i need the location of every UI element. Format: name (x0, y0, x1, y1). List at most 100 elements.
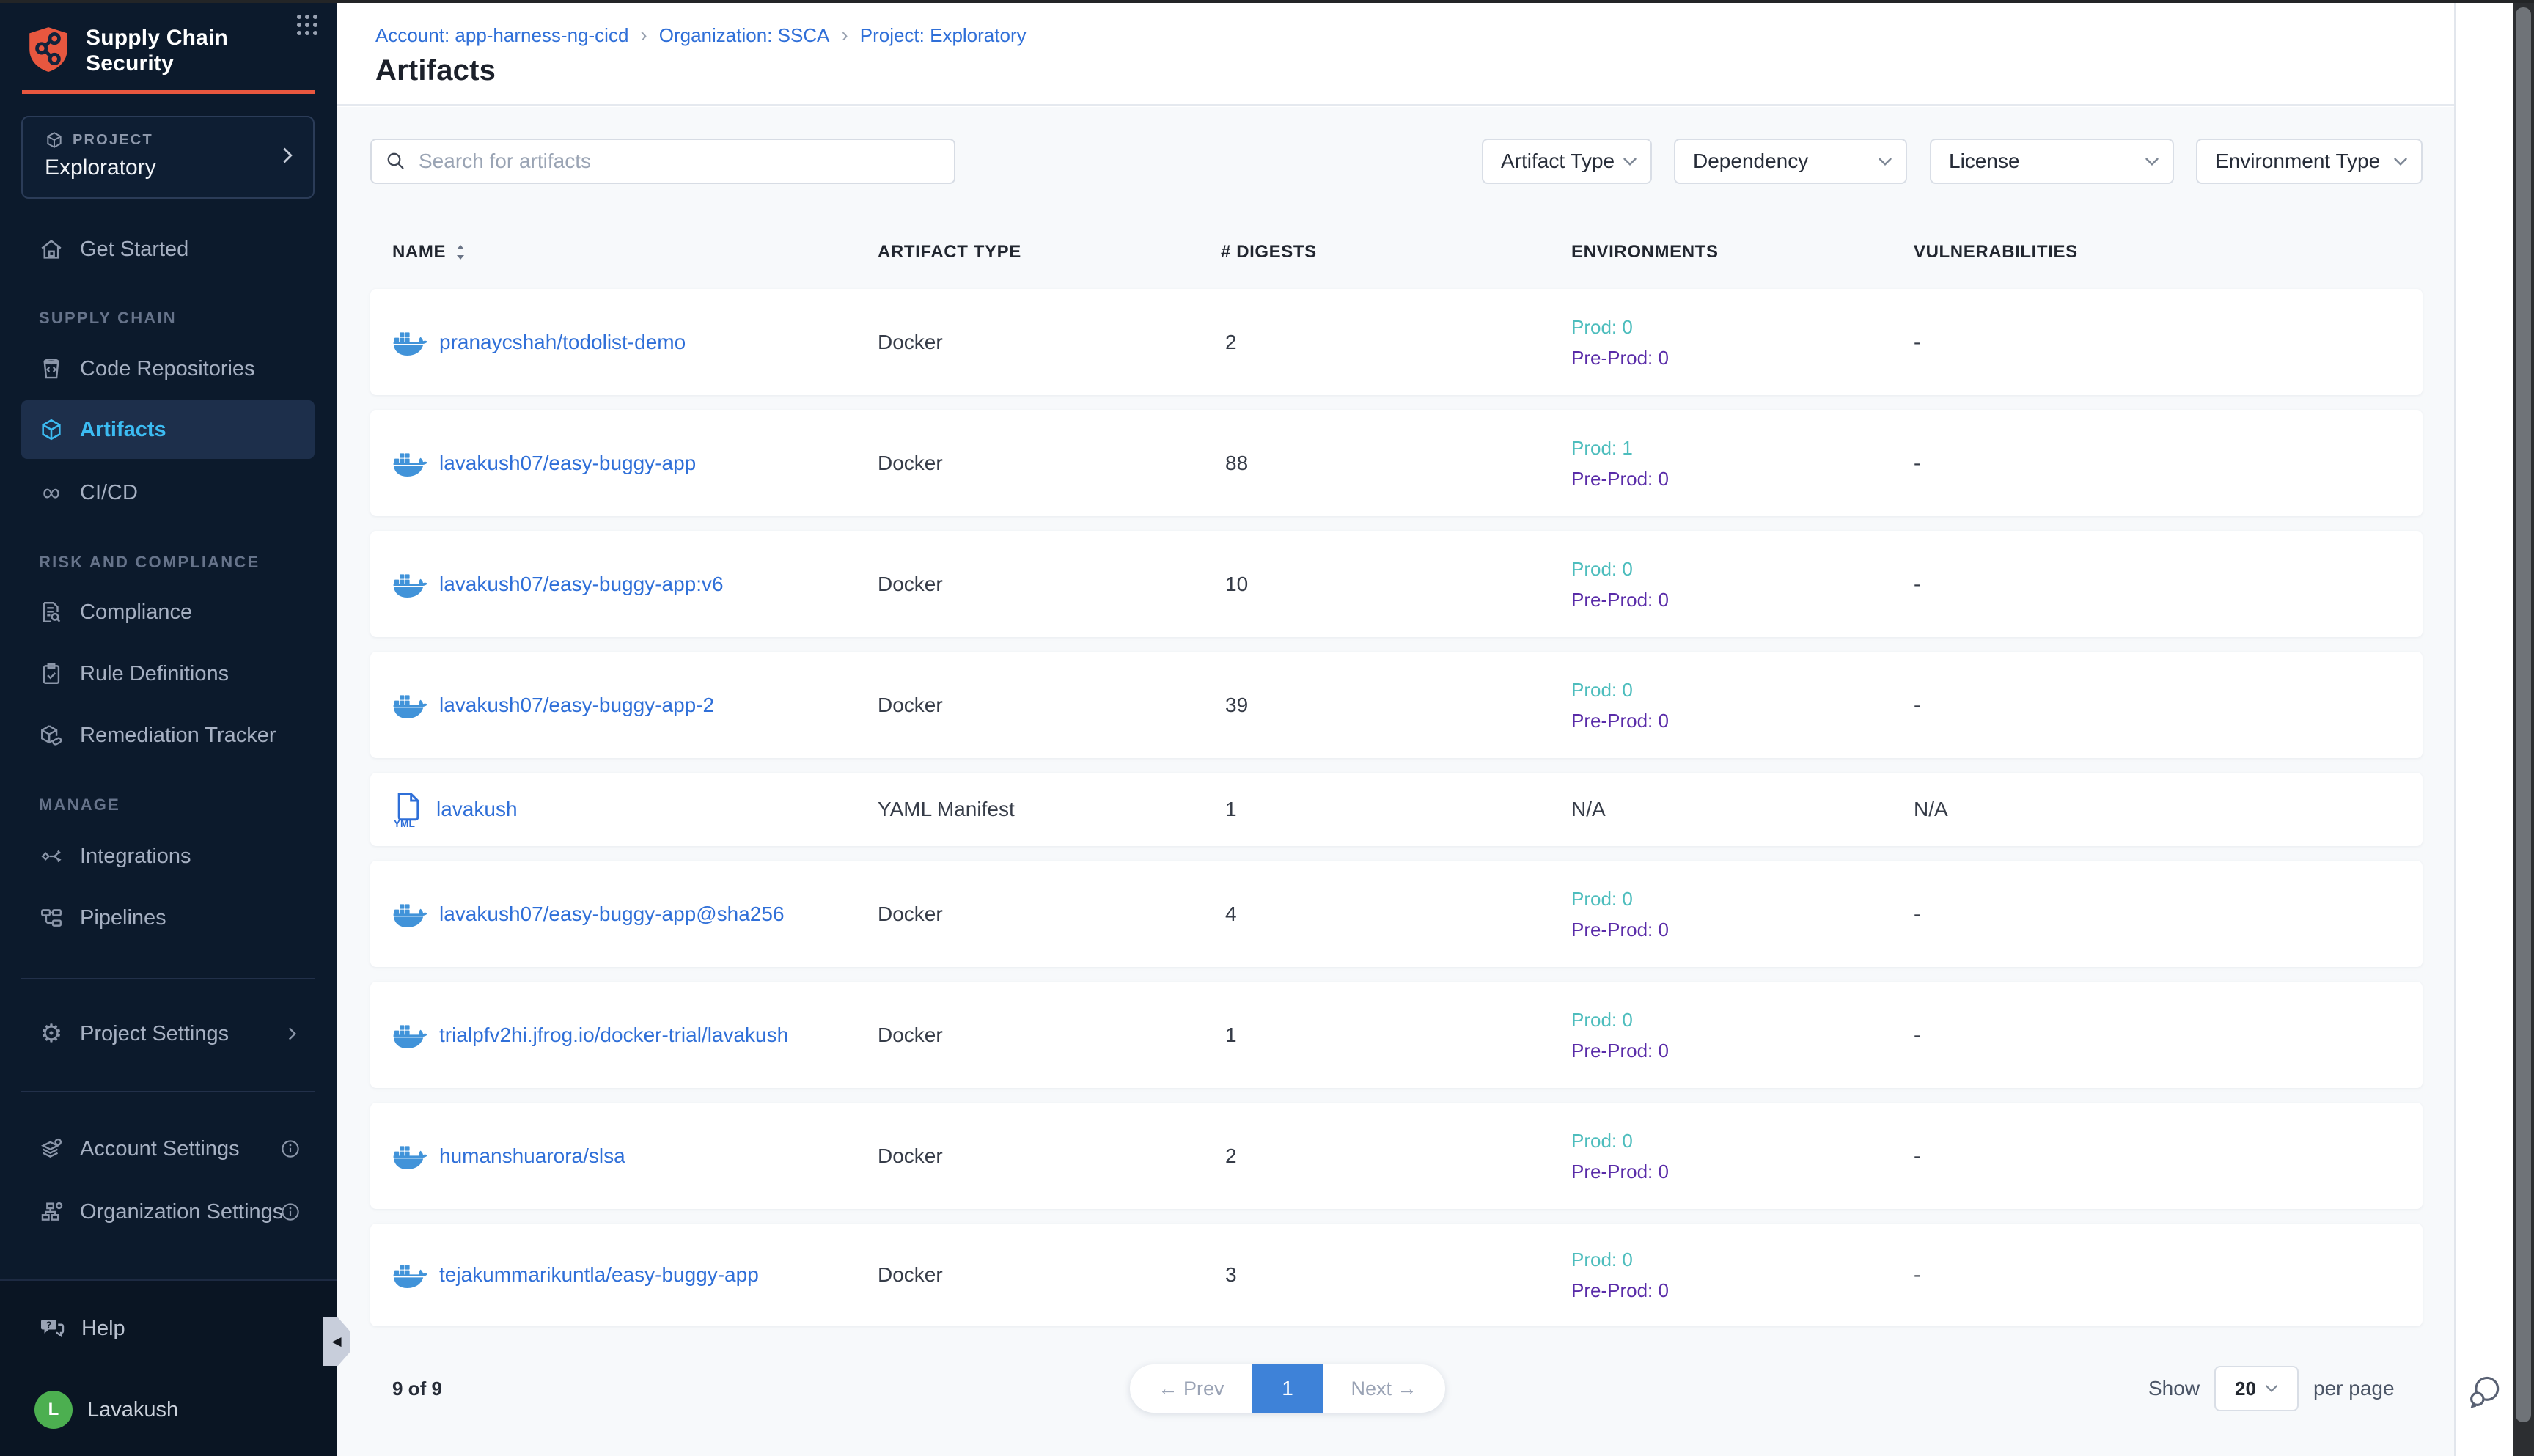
sidebar-item-help[interactable]: ? Help (21, 1299, 285, 1358)
artifact-search[interactable] (370, 139, 955, 184)
show-label: Show (2148, 1364, 2200, 1413)
chat-support-icon[interactable] (2466, 1372, 2504, 1411)
filter-dependency[interactable]: Dependency (1674, 139, 1907, 184)
chevron-down-icon (2393, 157, 2408, 166)
sidebar-item-artifacts[interactable]: Artifacts (21, 400, 315, 459)
artifact-type-cell: Docker (878, 861, 943, 967)
table-row: YML lavakush YAML Manifest 1 N/A N/A (370, 773, 2423, 846)
prod-count[interactable]: Prod: 0 (1571, 1004, 1633, 1035)
next-page-button[interactable]: Next → (1323, 1364, 1445, 1413)
breadcrumb-account[interactable]: Account: app-harness-ng-cicd (375, 24, 628, 47)
chevron-down-icon (2145, 157, 2159, 166)
vulnerabilities-cell: - (1914, 410, 1920, 516)
digests-cell: 4 (1225, 861, 1237, 967)
breadcrumb-organization[interactable]: Organization: SSCA (659, 24, 830, 47)
artifact-link[interactable]: tejakummarikuntla/easy-buggy-app (439, 1263, 759, 1287)
artifact-link[interactable]: humanshuarora/slsa (439, 1144, 625, 1168)
sidebar-item-account-settings[interactable]: Account Settings (21, 1119, 315, 1178)
avatar: L (34, 1391, 73, 1429)
sidebar-item-compliance[interactable]: Compliance (21, 583, 315, 641)
org-tree-gear-icon (39, 1199, 64, 1224)
vulnerabilities-cell: - (1914, 289, 1920, 395)
user-menu[interactable]: L Lavakush (21, 1380, 285, 1439)
table-row: humanshuarora/slsa Docker 2 Prod: 0 Pre-… (370, 1103, 2423, 1209)
sidebar-item-project-settings[interactable]: ⚙ Project Settings (21, 1004, 315, 1063)
sort-icon[interactable] (453, 242, 468, 262)
column-header-artifact-type: ARTIFACT TYPE (878, 232, 1021, 273)
preprod-count[interactable]: Pre-Prod: 0 (1571, 463, 1669, 494)
prod-count[interactable]: Prod: 0 (1571, 312, 1633, 342)
page-title: Artifacts (375, 54, 496, 87)
info-icon[interactable] (279, 1138, 301, 1160)
artifact-link[interactable]: lavakush07/easy-buggy-app-2 (439, 694, 714, 717)
table-row: lavakush07/easy-buggy-app-2 Docker 39 Pr… (370, 652, 2423, 758)
column-header-name[interactable]: NAME (392, 232, 468, 273)
preprod-count[interactable]: Pre-Prod: 0 (1571, 1275, 1669, 1306)
prod-count[interactable]: Prod: 0 (1571, 674, 1633, 705)
preprod-count[interactable]: Pre-Prod: 0 (1571, 1035, 1669, 1066)
preprod-count[interactable]: Pre-Prod: 0 (1571, 705, 1669, 736)
artifact-type-cell: Docker (878, 1224, 943, 1326)
breadcrumb-project[interactable]: Project: Exploratory (860, 24, 1027, 47)
sidebar-item-organization-settings[interactable]: Organization Settings (21, 1183, 315, 1241)
sidebar-item-get-started[interactable]: Get Started (21, 220, 315, 279)
preprod-count[interactable]: Pre-Prod: 0 (1571, 1156, 1669, 1187)
chevron-down-icon (1623, 157, 1637, 166)
docker-icon (392, 691, 427, 720)
search-icon (385, 150, 407, 172)
digests-cell: 3 (1225, 1224, 1237, 1326)
docker-icon (392, 328, 427, 357)
page-number-1[interactable]: 1 (1252, 1364, 1323, 1413)
prod-count[interactable]: Prod: 0 (1571, 1244, 1633, 1275)
info-icon[interactable] (279, 1201, 301, 1223)
main-content: Artifact Type Dependency License Environ… (337, 107, 2454, 1456)
artifact-link[interactable]: pranaycshah/todolist-demo (439, 331, 686, 354)
artifact-link[interactable]: lavakush07/easy-buggy-app:v6 (439, 573, 724, 596)
docker-icon (392, 449, 427, 478)
preprod-count[interactable]: Pre-Prod: 0 (1571, 914, 1669, 945)
vulnerabilities-cell: N/A (1914, 773, 1948, 846)
prod-count[interactable]: Prod: 1 (1571, 433, 1633, 463)
prev-page-button[interactable]: ← Prev (1130, 1364, 1252, 1413)
scrollbar-thumb[interactable] (2516, 7, 2531, 1422)
docker-icon (392, 1021, 427, 1050)
artifact-link[interactable]: lavakush07/easy-buggy-app (439, 452, 696, 475)
sidebar-item-code-repositories[interactable]: Code Repositories (21, 339, 315, 398)
page-scrollbar[interactable] (2513, 0, 2534, 1456)
table-row: tejakummarikuntla/easy-buggy-app Docker … (370, 1224, 2423, 1326)
project-selector[interactable]: PROJECT Exploratory (21, 116, 315, 199)
pagination: ← Prev 1 Next → (1130, 1364, 1445, 1413)
filter-environment-type[interactable]: Environment Type (2196, 139, 2423, 184)
sidebar-item-integrations[interactable]: Integrations (21, 827, 315, 886)
sidebar-item-pipelines[interactable]: Pipelines (21, 889, 315, 947)
docker-icon (392, 900, 427, 929)
remediation-box-icon (39, 723, 64, 748)
docker-icon (392, 570, 427, 599)
section-label-risk-and-compliance: RISK AND COMPLIANCE (39, 548, 260, 577)
breadcrumb-separator: › (640, 23, 647, 47)
filter-license[interactable]: License (1930, 139, 2174, 184)
project-name: Exploratory (45, 155, 297, 180)
artifact-link[interactable]: lavakush07/easy-buggy-app@sha256 (439, 902, 785, 926)
vulnerabilities-cell: - (1914, 531, 1920, 637)
artifact-link[interactable]: lavakush (436, 798, 518, 821)
brand: Supply Chain Security (24, 25, 315, 76)
brand-underline (22, 90, 315, 94)
sidebar-item-cicd[interactable]: ∞ CI/CD (21, 463, 315, 522)
per-page-select[interactable]: 20 (2214, 1366, 2299, 1411)
preprod-count[interactable]: Pre-Prod: 0 (1571, 342, 1669, 373)
help-chat-icon: ? (39, 1315, 65, 1342)
table-header: NAME ARTIFACT TYPE # DIGESTS ENVIRONMENT… (337, 232, 2454, 273)
preprod-count[interactable]: Pre-Prod: 0 (1571, 584, 1669, 615)
prod-count[interactable]: Prod: 0 (1571, 554, 1633, 584)
filter-artifact-type[interactable]: Artifact Type (1482, 139, 1652, 184)
search-input[interactable] (419, 150, 941, 173)
per-page-suffix: per page (2313, 1364, 2395, 1413)
module-grid-icon[interactable] (294, 12, 320, 38)
sidebar-item-remediation-tracker[interactable]: Remediation Tracker (21, 706, 315, 765)
prod-count[interactable]: Prod: 0 (1571, 1125, 1633, 1156)
sidebar-item-rule-definitions[interactable]: Rule Definitions (21, 644, 315, 703)
prod-count[interactable]: Prod: 0 (1571, 883, 1633, 914)
artifact-link[interactable]: trialpfv2hi.jfrog.io/docker-trial/lavaku… (439, 1023, 788, 1047)
table-row: lavakush07/easy-buggy-app Docker 88 Prod… (370, 410, 2423, 516)
